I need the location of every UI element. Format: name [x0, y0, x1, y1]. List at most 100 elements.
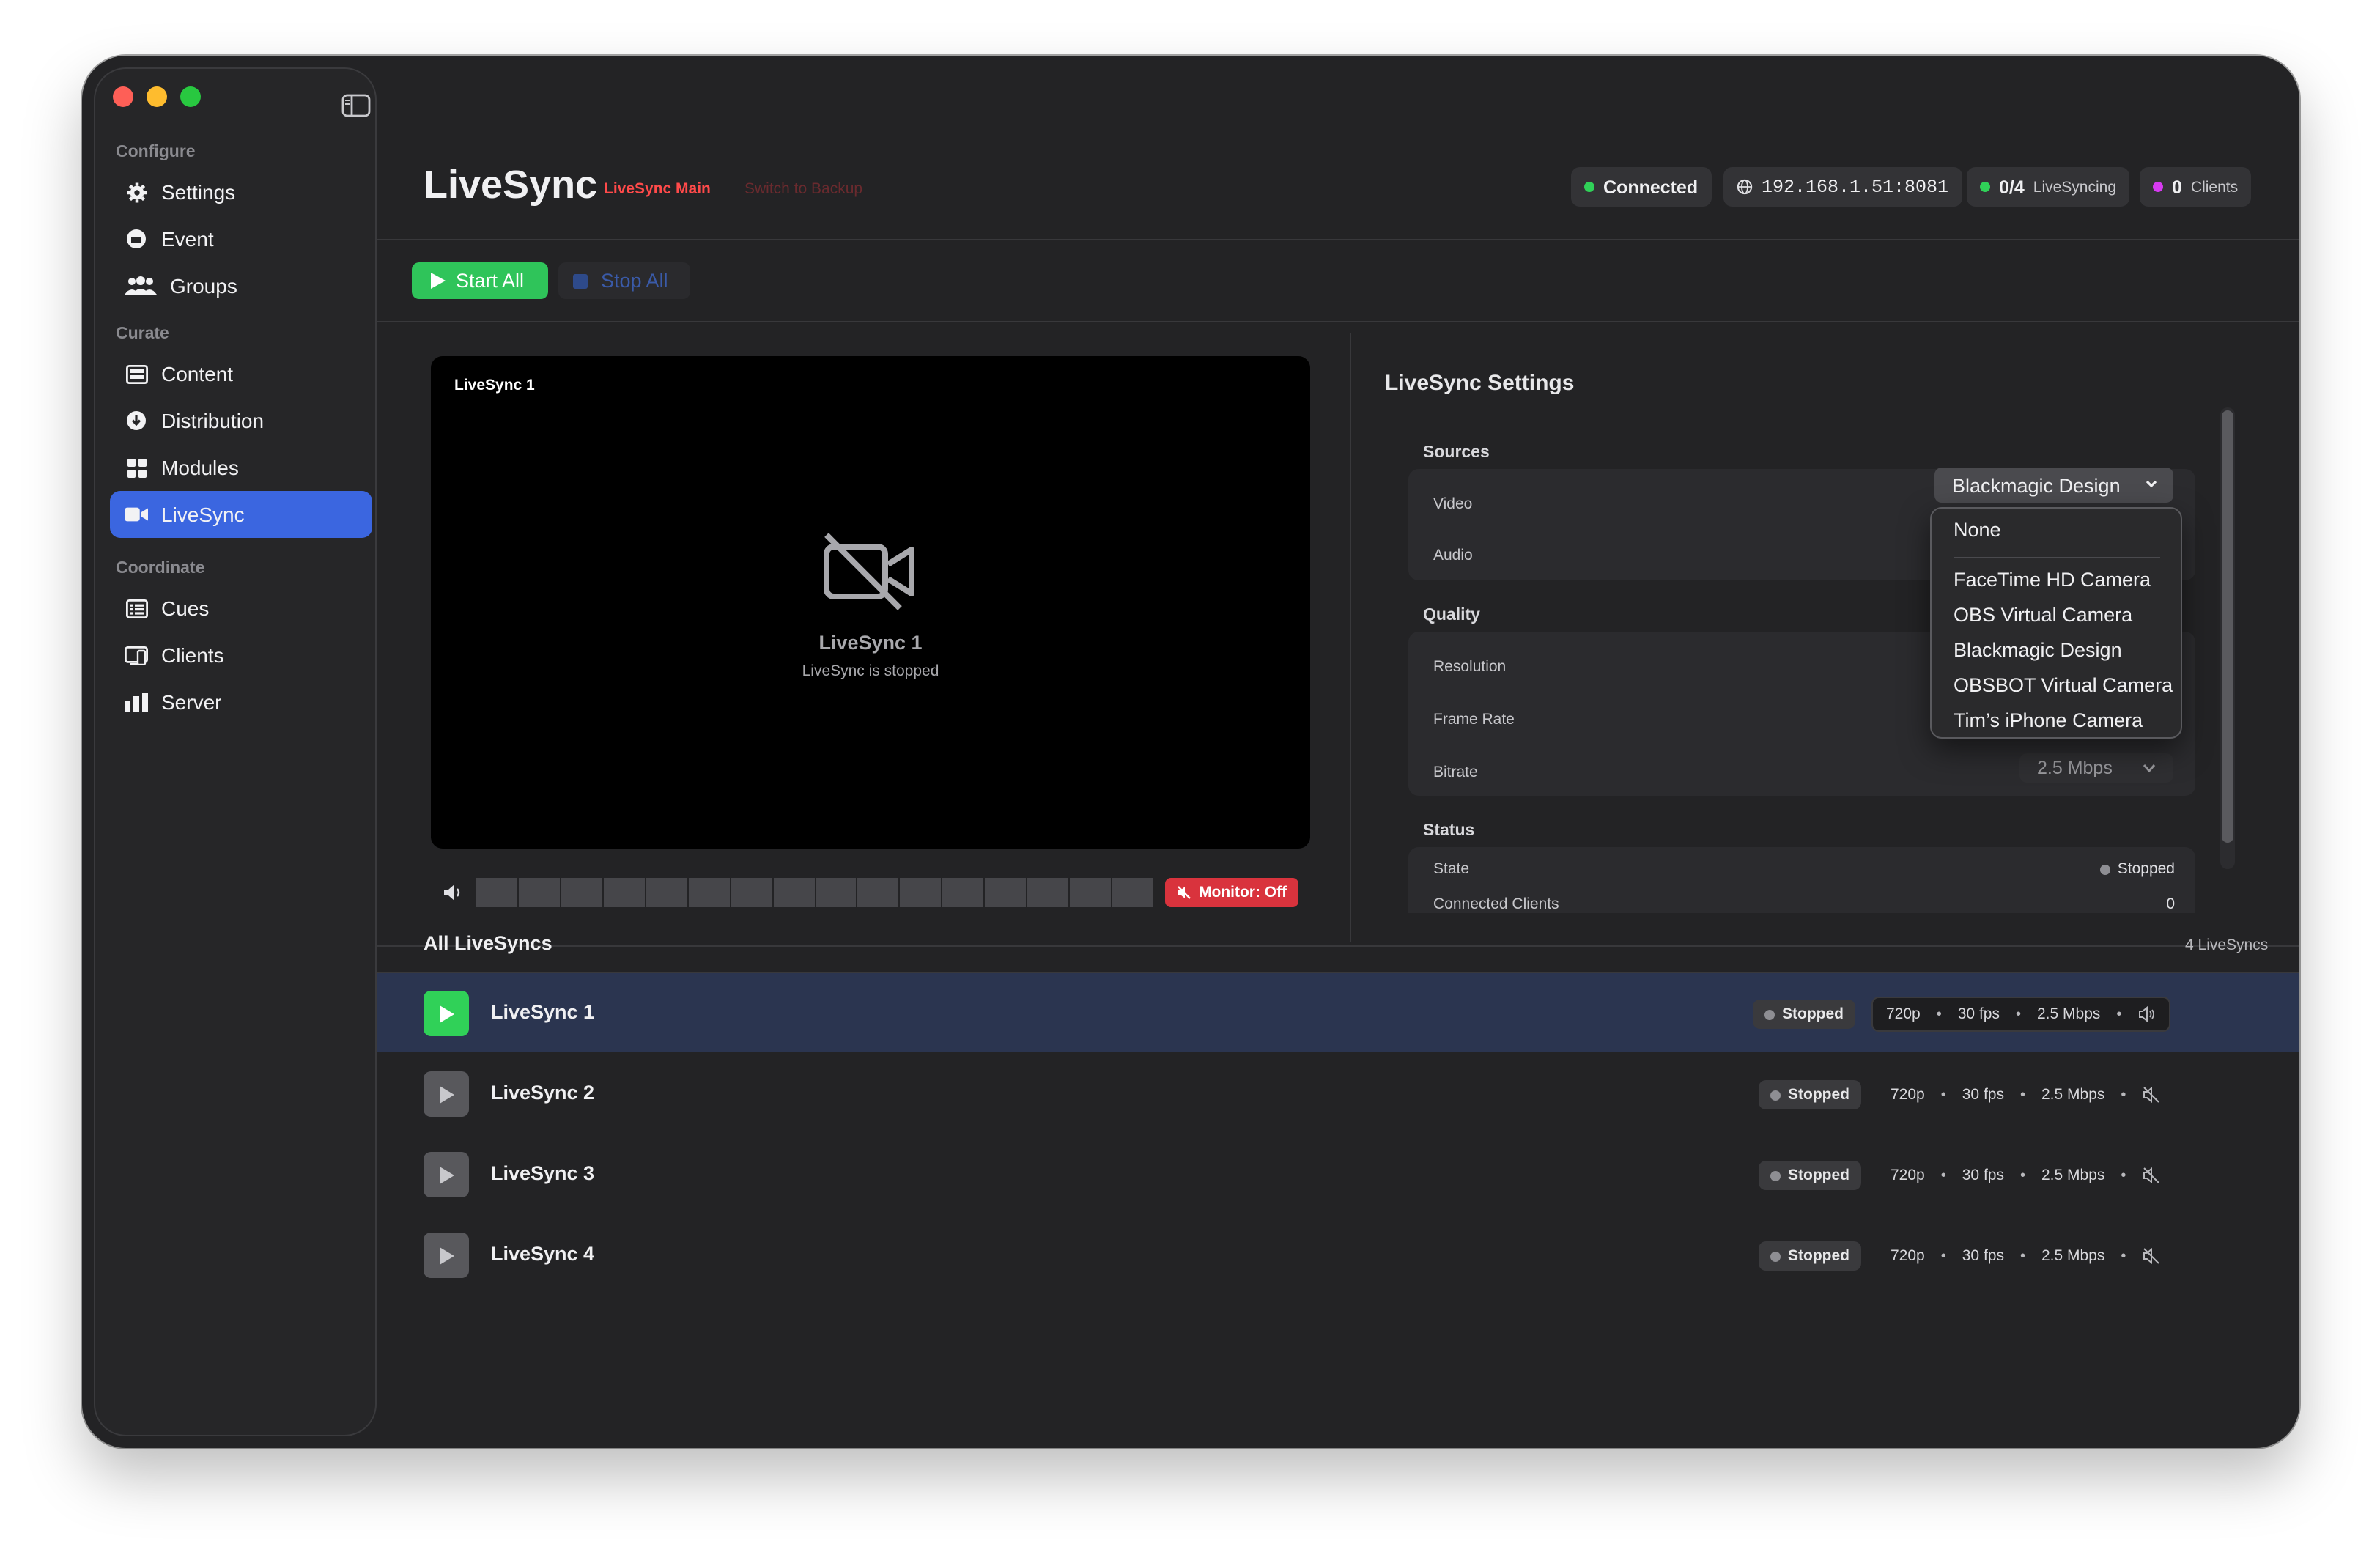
monitor-label: Monitor: Off — [1199, 884, 1287, 901]
speaker-icon[interactable] — [443, 882, 463, 903]
livesync-name: LiveSync 1 — [491, 1001, 595, 1023]
video-source-select[interactable]: Blackmagic Design — [1934, 468, 2173, 503]
sidebar-item-groups[interactable]: Groups — [110, 262, 372, 309]
table-row[interactable]: LiveSync 3 Stopped 720p • 30 fps • 2.5 M… — [377, 1134, 2299, 1214]
table-row[interactable]: LiveSync 1 Stopped 720p • 30 fps • 2.5 M… — [377, 973, 2299, 1052]
meter-segment — [646, 878, 687, 907]
divider — [377, 945, 2299, 947]
resolution-value: 720p — [1891, 1247, 1925, 1265]
table-row[interactable]: LiveSync 2 Stopped 720p • 30 fps • 2.5 M… — [377, 1054, 2299, 1133]
chevron-down-icon — [2146, 480, 2157, 488]
menu-item-blackmagic-design[interactable]: Blackmagic Design — [1954, 639, 2122, 661]
livesync-name: LiveSync 2 — [491, 1082, 595, 1104]
bitrate-select[interactable]: 2.5 Mbps — [2019, 753, 2173, 783]
bullet: • — [2019, 1248, 2025, 1264]
switch-to-backup-link[interactable]: Switch to Backup — [744, 180, 862, 198]
sidebar-item-cues[interactable]: Cues — [110, 585, 372, 632]
quality-label: Quality — [1423, 607, 1480, 624]
monitor-toggle-button[interactable]: Monitor: Off — [1165, 878, 1298, 907]
app-window: Configure Settings Event Groups Curate C… — [82, 56, 2299, 1448]
table-row[interactable]: LiveSync 4 Stopped 720p • 30 fps • 2.5 M… — [377, 1215, 2299, 1294]
play-button[interactable] — [424, 1152, 469, 1197]
video-off-icon — [824, 533, 914, 610]
sidebar-toggle-icon[interactable] — [341, 94, 371, 117]
sidebar-item-label: Event — [161, 227, 214, 251]
status-badge: Stopped — [1759, 1241, 1861, 1271]
menu-item-none[interactable]: None — [1954, 519, 2001, 541]
play-button[interactable] — [424, 1233, 469, 1278]
stream-specs: 720p • 30 fps • 2.5 Mbps • — [1891, 1158, 2159, 1193]
zoom-window-button[interactable] — [180, 86, 201, 107]
people-icon — [125, 274, 157, 298]
sidebar-item-clients[interactable]: Clients — [110, 632, 372, 679]
divider — [377, 321, 2299, 322]
sidebar-item-label: Clients — [161, 643, 224, 667]
meter-segment — [900, 878, 942, 907]
status-dot-icon — [2099, 864, 2110, 874]
sidebar-item-label: Content — [161, 362, 234, 385]
status-dot-icon — [1584, 182, 1594, 192]
meter-segment — [942, 878, 984, 907]
menu-item-tims-iphone-camera[interactable]: Tim’s iPhone Camera — [1954, 709, 2143, 731]
preview-status: LiveSync is stopped — [802, 662, 939, 680]
meter-segment — [1112, 878, 1153, 907]
play-button[interactable] — [424, 991, 469, 1036]
frame-rate-label: Frame Rate — [1433, 711, 1515, 728]
sidebar-item-settings[interactable]: Settings — [110, 169, 372, 215]
list-count: 4 LiveSyncs — [2185, 937, 2269, 954]
speaker-muted-icon[interactable] — [2142, 1167, 2159, 1184]
resolution-value: 720p — [1891, 1086, 1925, 1104]
livesyncing-label: LiveSyncing — [2033, 178, 2117, 196]
sidebar-item-modules[interactable]: Modules — [110, 444, 372, 491]
meter-segment — [518, 878, 560, 907]
settings-scrollbar[interactable] — [2220, 407, 2235, 869]
sources-label: Sources — [1423, 444, 1490, 462]
start-all-button[interactable]: Start All — [412, 262, 548, 299]
status-dot-icon — [1764, 1009, 1775, 1019]
monitor-icon — [125, 643, 148, 667]
fps-value: 30 fps — [1962, 1247, 2004, 1265]
speaker-muted-icon[interactable] — [2142, 1247, 2159, 1265]
close-window-button[interactable] — [113, 86, 133, 107]
scrollbar-thumb[interactable] — [2222, 410, 2233, 843]
status-dot-icon — [1770, 1170, 1781, 1181]
video-source-value: Blackmagic Design — [1952, 474, 2121, 496]
bullet: • — [2121, 1248, 2126, 1264]
stop-all-button[interactable]: Stop All — [558, 262, 690, 299]
speaker-icon[interactable] — [2137, 1005, 2155, 1023]
status-dot-icon — [1770, 1090, 1781, 1100]
sidebar-item-distribution[interactable]: Distribution — [110, 397, 372, 444]
minimize-window-button[interactable] — [147, 86, 167, 107]
status-dot-icon — [1980, 182, 1990, 192]
bullet: • — [2019, 1087, 2025, 1103]
bullet: • — [1936, 1006, 1942, 1022]
fps-value: 30 fps — [1962, 1167, 2004, 1184]
bullet: • — [2121, 1167, 2126, 1183]
sidebar-item-server[interactable]: Server — [110, 679, 372, 725]
menu-item-facetime-hd-camera[interactable]: FaceTime HD Camera — [1954, 569, 2151, 591]
download-circle-icon — [125, 409, 148, 432]
sidebar-item-content[interactable]: Content — [110, 350, 372, 397]
sidebar-item-label: Server — [161, 690, 222, 714]
sidebar-item-livesync[interactable]: LiveSync — [110, 491, 372, 538]
play-button[interactable] — [424, 1071, 469, 1117]
meter-segment — [731, 878, 772, 907]
bitrate-value: 2.5 Mbps — [2041, 1247, 2105, 1265]
clients-label: Clients — [2190, 178, 2239, 196]
menu-item-obsbot-virtual-camera[interactable]: OBSBOT Virtual Camera — [1954, 674, 2173, 696]
fps-value: 30 fps — [1962, 1086, 2004, 1104]
settings-title: LiveSync Settings — [1385, 371, 1575, 396]
bitrate-value: 2.5 Mbps — [2041, 1167, 2105, 1184]
video-label: Video — [1433, 495, 1473, 513]
livesync-name: LiveSync 3 — [491, 1162, 595, 1184]
speaker-muted-icon[interactable] — [2142, 1086, 2159, 1104]
sidebar-item-label: Modules — [161, 456, 239, 479]
sidebar-item-event[interactable]: Event — [110, 215, 372, 262]
stream-specs: 720p • 30 fps • 2.5 Mbps • — [1891, 1077, 2159, 1112]
status-badge: Stopped — [1753, 1000, 1855, 1029]
livesync-main-tag[interactable]: LiveSync Main — [604, 180, 711, 198]
video-source-menu: None FaceTime HD Camera OBS Virtual Came… — [1930, 507, 2182, 739]
menu-item-obs-virtual-camera[interactable]: OBS Virtual Camera — [1954, 604, 2132, 626]
connected-clients-value: 0 — [2166, 895, 2175, 913]
status-text: Stopped — [1782, 1005, 1844, 1023]
